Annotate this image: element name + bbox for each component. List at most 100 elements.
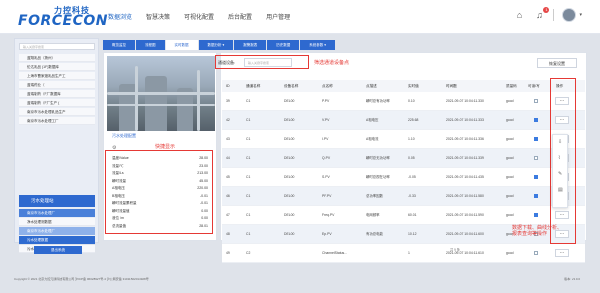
tab-alarm[interactable]: 报警报表 [234, 40, 267, 50]
cell-point: Ep.PV [322, 232, 332, 236]
cell-device: DEL00 [284, 156, 295, 160]
cell-id: 42 [226, 118, 230, 122]
home-icon[interactable]: ⌂ [513, 9, 525, 21]
report-icon[interactable]: ▤ [558, 187, 563, 193]
cell-desc: 瞬时总有功功率 [366, 99, 390, 103]
sidebar-subitem-active[interactable]: 污水处理数据 [19, 236, 95, 244]
table-row[interactable]: 42 C1 DEL00 V.PV A相电压 225.68 2021-09-07 10:04:… [222, 111, 585, 130]
table-row[interactable]: 44 C1 DEL00 Q.PV 瞬时总无功功率 0.05 2021-09-07 10:04… [222, 149, 585, 168]
sidebar-item[interactable]: 蓝瑞制药（F厂生产 ( [19, 99, 95, 107]
sidebar-item[interactable]: 蓝翔乳品（扬州） [19, 54, 95, 62]
rw-checkbox[interactable] [534, 194, 538, 198]
cell-id: 48 [226, 232, 230, 236]
nav-backend-config[interactable]: 后台配置 [228, 12, 252, 21]
sidebar: 输入关键字搜索 蓝翔乳品（扬州） 伦达乳品 (1F)数据库 上海市曹家渡乳品生产… [14, 38, 99, 253]
nav-decision[interactable]: 智慧决策 [146, 12, 170, 21]
table-row[interactable]: 49 C2 ChannelStatus... 1 2021-09-07 10:04:11… [222, 244, 585, 263]
chart-icon[interactable]: ⌇ [558, 155, 560, 161]
logo[interactable]: 力控科技 FORCECON [18, 5, 107, 29]
sidebar-search-input[interactable]: 输入关键字搜索 [19, 43, 95, 50]
col-point[interactable]: 点名称 [322, 80, 333, 92]
tab-overview[interactable]: 概览监控 [103, 40, 135, 50]
version: 版本: v3.0.0 [564, 277, 580, 281]
cell-channel: C1 [246, 232, 251, 236]
col-id[interactable]: ID [226, 80, 230, 92]
cell-point: I.PV [322, 137, 329, 141]
page-info: 共 9 条 [450, 248, 460, 252]
tab-history[interactable]: 历史数据 [267, 40, 300, 50]
col-desc[interactable]: 点描述 [366, 80, 377, 92]
more-actions-button[interactable]: ··· [555, 249, 569, 257]
cell-channel: C1 [246, 194, 251, 198]
cell-desc: 有功总电能 [366, 232, 383, 236]
reset-button[interactable]: 恢复设置 [537, 58, 577, 68]
sidebar-subitem[interactable]: 南京市污水处理厂 [19, 227, 95, 235]
cell-point: V.PV [322, 118, 330, 122]
sidebar-subitem[interactable]: 净水处理测数据 [19, 218, 95, 226]
tab-bar: 概览监控 流程图 实时数据 数据分析 ▾ 报警报表 历史数据 系统参数 ▾ [103, 40, 336, 50]
cell-id: 39 [226, 99, 230, 103]
cell-quality: good [506, 118, 514, 122]
rw-checkbox[interactable] [534, 99, 538, 103]
tab-flowchart[interactable]: 流程图 [136, 40, 165, 50]
cell-id: 49 [226, 251, 230, 255]
nav-visual-config[interactable]: 可视化配置 [184, 12, 214, 21]
table-row[interactable]: 46 C1 DEL00 PF.PV 总功率因数 -0.33 2021-09-07 10:04… [222, 187, 585, 206]
cell-desc: A相电压 [366, 118, 379, 122]
sidebar-item[interactable]: 南京市污水处理乳品生产 [19, 108, 95, 116]
bell-icon[interactable]: ♫ 1 [533, 7, 550, 21]
cell-timestamp: 2021-09-07 10:04:11.435 [446, 175, 484, 179]
cell-id: 43 [226, 137, 230, 141]
cell-channel: C1 [246, 137, 251, 141]
sidebar-item[interactable]: 蓝瑞制药（F厂数据库 [19, 90, 95, 98]
cell-quality: good [506, 194, 514, 198]
table-row[interactable]: 39 C1 DEL00 P.PV 瞬时总有功功率 0.10 2021-09-07 10:04… [222, 92, 585, 111]
tab-realtime[interactable]: 实时数据 [165, 40, 198, 50]
cell-id: 47 [226, 213, 230, 217]
annotation-box-filter [215, 55, 309, 69]
col-device[interactable]: 设备名称 [284, 80, 298, 92]
sidebar-item[interactable]: 上海市曹家渡乳品生产工 [19, 72, 95, 80]
sidebar-item[interactable]: 伦达乳品 (1F)数据库 [19, 63, 95, 71]
cell-point: S.PV [322, 175, 330, 179]
cell-device: DEL00 [284, 175, 295, 179]
table-row[interactable]: 45 C1 DEL00 S.PV 瞬时总视在功率 -0.05 2021-09-07 10:0… [222, 168, 585, 187]
cell-value: -0.05 [408, 175, 416, 179]
nav-data-browse[interactable]: 数据浏览 [108, 12, 132, 21]
sidebar-subitem[interactable]: 南京市污水处理厂 [19, 209, 95, 217]
cell-desc: 总功率因数 [366, 194, 383, 198]
download-icon[interactable]: ⇩ [558, 139, 562, 145]
rw-checkbox[interactable] [534, 156, 538, 160]
divider [553, 9, 555, 21]
rw-checkbox[interactable] [534, 118, 538, 122]
cell-channel: C1 [246, 156, 251, 160]
rw-checkbox[interactable] [534, 251, 538, 255]
sidebar-item[interactable]: 蓝瑞药业（ [19, 81, 95, 89]
cell-desc: 瞬时总无功功率 [366, 156, 390, 160]
col-quality[interactable]: 质量码 [506, 80, 517, 92]
cell-point: PF.PV [322, 194, 332, 198]
rw-checkbox[interactable] [534, 137, 538, 141]
col-timestamp[interactable]: 时间戳 [446, 80, 457, 92]
col-channel[interactable]: 通道名称 [246, 80, 260, 92]
cell-value: -0.33 [408, 194, 416, 198]
tab-params[interactable]: 系统参数 ▾ [300, 40, 335, 50]
col-value[interactable]: 实时值 [408, 80, 419, 92]
cell-channel: C1 [246, 118, 251, 122]
cell-value: 0.10 [408, 99, 415, 103]
rw-checkbox[interactable] [534, 213, 538, 217]
col-rw[interactable]: 可读/写 [528, 80, 540, 92]
edit-icon[interactable]: ✎ [558, 171, 562, 177]
logout-button[interactable]: 退出系统 [34, 246, 82, 254]
nav-user-mgmt[interactable]: 用户管理 [266, 12, 290, 21]
table-row[interactable]: 43 C1 DEL00 I.PV A相电流 1.10 2021-09-07 10:04:11… [222, 130, 585, 149]
chevron-down-icon[interactable]: ▾ [579, 12, 582, 18]
footer: Copyright © 2021 北京力控元通科技有限公司 沪ICP备 0602… [0, 270, 600, 293]
table-row[interactable]: 47 C1 DEL00 Freq.PV 电网频率 60.01 2021-09-07 10:0… [222, 206, 585, 225]
rw-checkbox[interactable] [534, 175, 538, 179]
cell-timestamp: 2021-09-07 10:04:11.600 [446, 232, 484, 236]
avatar[interactable] [562, 8, 577, 22]
tab-analysis[interactable]: 数据分析 ▾ [198, 40, 234, 50]
sidebar-item[interactable]: 南京市污水处理工厂 [19, 117, 95, 125]
sidebar-section-title[interactable]: 污水处理站 [19, 195, 95, 207]
